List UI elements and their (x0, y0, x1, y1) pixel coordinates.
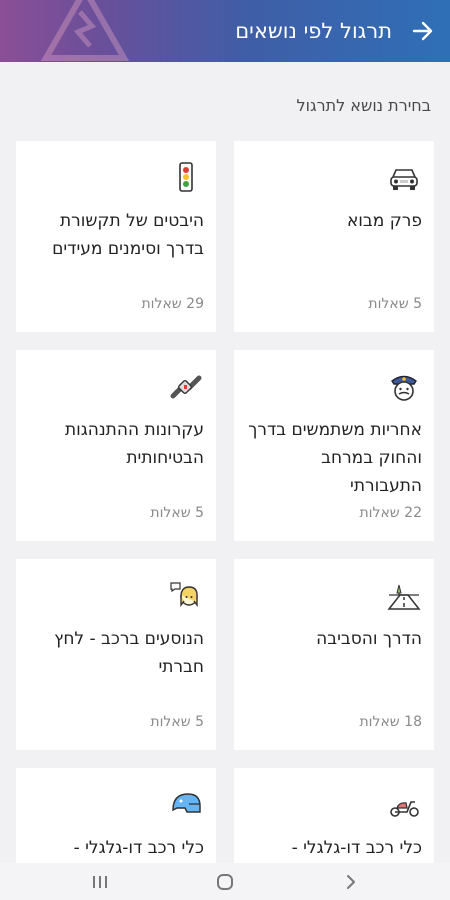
home-icon (217, 874, 233, 890)
system-nav-bar (0, 863, 450, 900)
arrow-right-icon (412, 21, 433, 41)
warning-sign-decoration-icon (40, 0, 130, 61)
question-count: 5 שאלות (368, 296, 422, 312)
topic-title: הדרך והסביבה (316, 629, 422, 649)
section-label: בחירת נושא לתרגול (296, 96, 431, 115)
back-button[interactable] (408, 16, 438, 46)
topic-card[interactable]: הדרך והסביבה 18 שאלות (234, 559, 434, 750)
question-count: 29 שאלות (141, 296, 204, 312)
system-back-button[interactable] (337, 870, 365, 894)
back-chevron-icon (347, 875, 355, 889)
road-icon (387, 584, 421, 610)
home-button[interactable] (211, 870, 239, 894)
question-count: 5 שאלות (150, 505, 204, 521)
car-icon (390, 169, 418, 190)
topic-title: כלי רכב דו-גלגלי - (73, 838, 204, 858)
topic-card[interactable]: כלי רכב דו-גלגלי - (16, 768, 216, 863)
topic-title: כלי רכב דו-גלגלי - (291, 838, 422, 858)
helmet-icon (172, 793, 201, 813)
recent-apps-button[interactable] (86, 870, 114, 894)
topic-card[interactable]: כלי רכב דו-גלגלי - (234, 768, 434, 863)
seatbelt-icon (170, 375, 202, 399)
topic-title: היבטים של תקשורת בדרך וסימנים מעידים (52, 211, 204, 259)
topic-card[interactable]: הנוסעים ברכב - לחץ חברתי 5 שאלות (16, 559, 216, 750)
topic-title: אחריות משתמשים בדרך והחוק במרחב התעבורתי (248, 420, 422, 496)
page-title: תרגול לפי נושאים (235, 19, 392, 43)
topic-card[interactable]: היבטים של תקשורת בדרך וסימנים מעידים 29 … (16, 141, 216, 332)
question-count: 18 שאלות (359, 714, 422, 730)
topic-card[interactable]: פרק מבוא 5 שאלות (234, 141, 434, 332)
scooter-icon (390, 801, 419, 817)
topic-title: הנוסעים ברכב - לחץ חברתי (54, 629, 204, 677)
police-officer-icon (391, 375, 417, 401)
traffic-light-icon (179, 162, 193, 192)
question-count: 5 שאלות (150, 714, 204, 730)
recent-apps-icon (93, 876, 107, 888)
topic-card[interactable]: אחריות משתמשים בדרך והחוק במרחב התעבורתי… (234, 350, 434, 541)
topic-title: פרק מבוא (346, 211, 422, 231)
topic-title: עקרונות ההתנהגות הבטיחותית (64, 420, 204, 468)
passenger-talking-icon (170, 582, 198, 608)
app-header: תרגול לפי נושאים (0, 0, 450, 62)
topic-card[interactable]: עקרונות ההתנהגות הבטיחותית 5 שאלות (16, 350, 216, 541)
question-count: 22 שאלות (359, 505, 422, 521)
